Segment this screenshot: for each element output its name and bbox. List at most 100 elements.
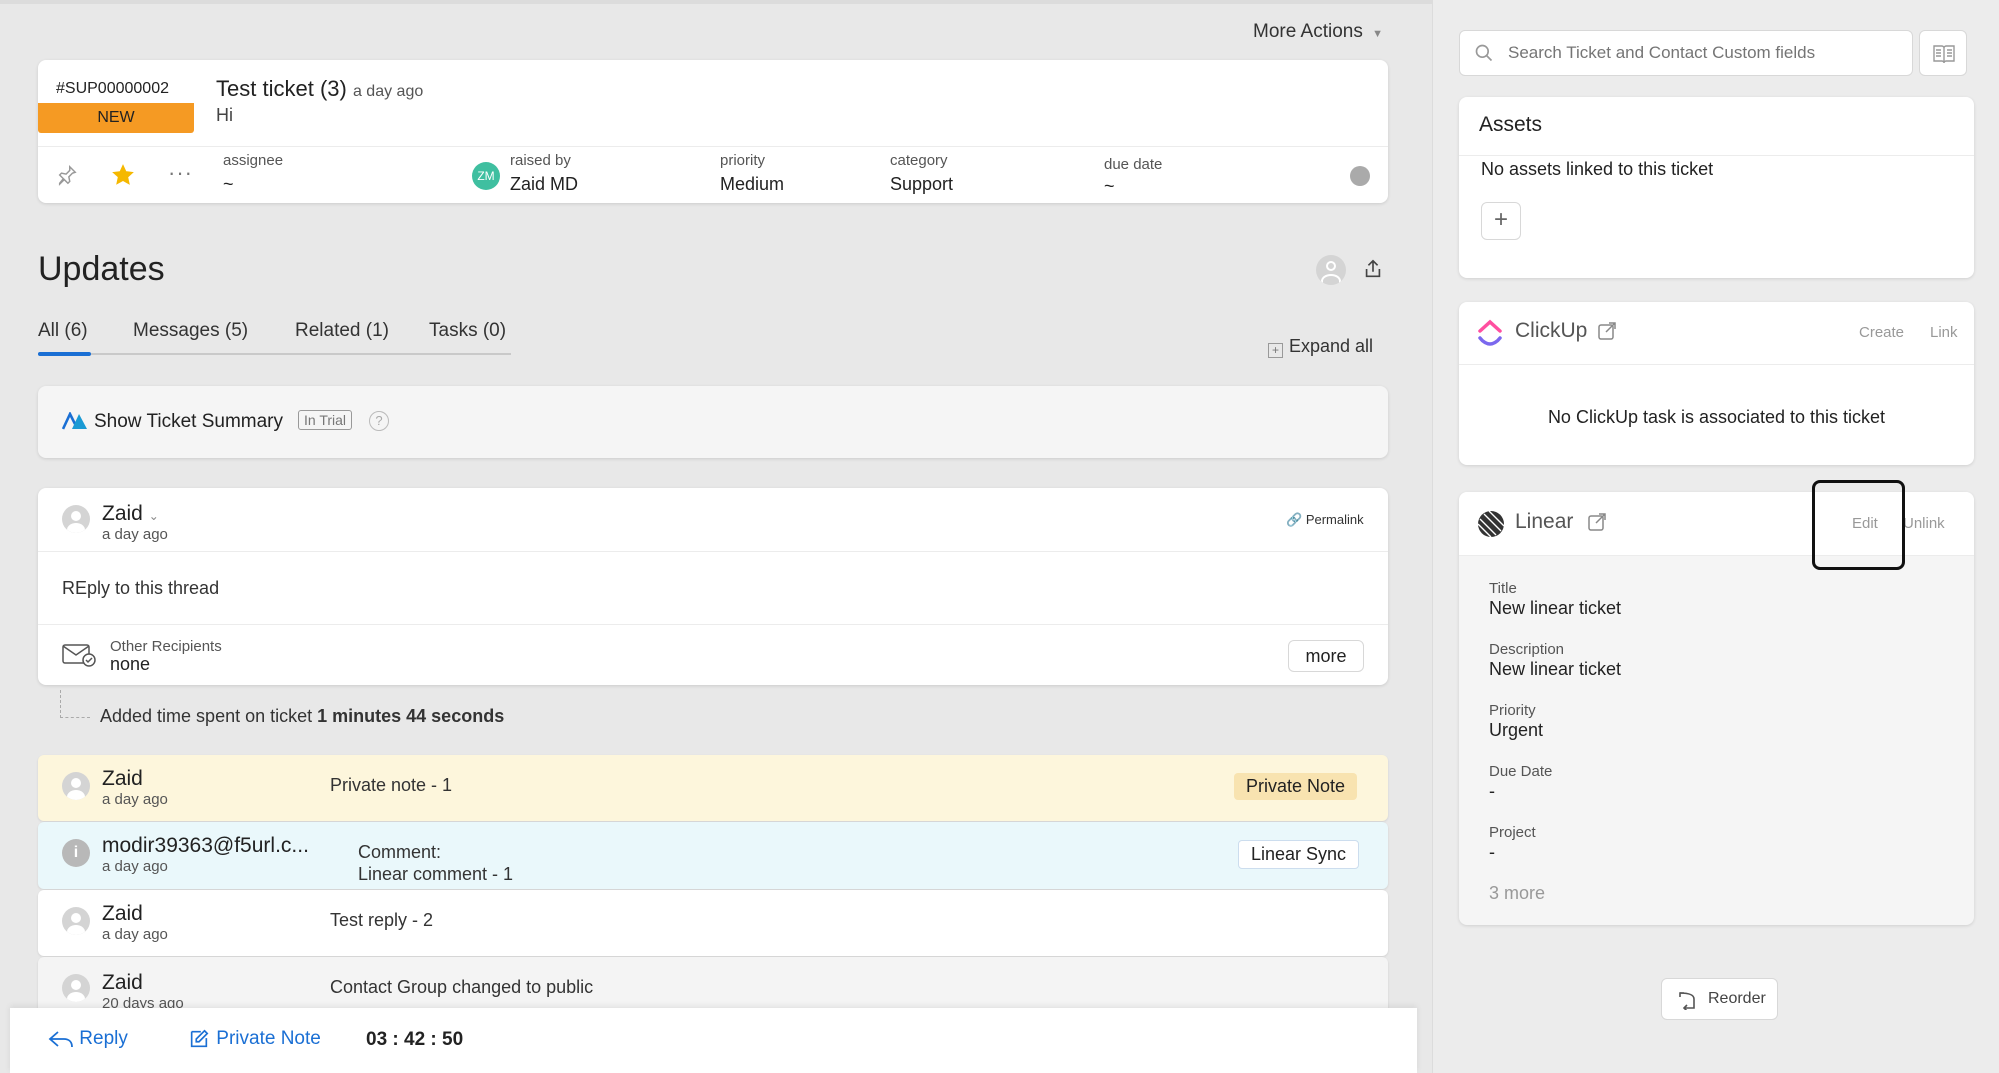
- assets-empty-text: No assets linked to this ticket: [1481, 159, 1714, 179]
- book-icon[interactable]: [1919, 30, 1967, 76]
- divider: [1459, 155, 1974, 156]
- main-panel: More Actions ▼ #SUP00000002 NEW Test tic…: [0, 0, 1432, 1073]
- linear-unlink-button[interactable]: Unlink: [1903, 515, 1945, 532]
- ticket-title-text: Test ticket: [216, 76, 314, 101]
- item-text: Test reply - 2: [330, 910, 434, 930]
- list-item[interactable]: Zaid a day ago Test reply - 2: [38, 890, 1388, 956]
- recipients-value: none: [110, 654, 151, 674]
- clickup-create-link[interactable]: Create: [1859, 324, 1904, 341]
- permalink-label: Permalink: [1305, 512, 1364, 527]
- item-time: a day ago: [102, 791, 168, 808]
- caret-down-icon: ▼: [1372, 28, 1383, 40]
- tab-all[interactable]: All (6): [38, 320, 88, 342]
- reorder-label: Reorder: [1708, 990, 1766, 1007]
- active-tab-indicator: [38, 352, 91, 356]
- info-icon: i: [62, 839, 90, 867]
- clickup-card: ClickUp Create Link No ClickUp task is a…: [1459, 302, 1974, 465]
- ticket-body: Hi: [216, 105, 233, 125]
- avatar: [62, 505, 90, 533]
- message-body: REply to this thread: [62, 578, 220, 598]
- private-note-button[interactable]: Private Note: [187, 1028, 321, 1050]
- updates-heading: Updates: [38, 250, 165, 288]
- sla-status-dot[interactable]: [1350, 166, 1370, 186]
- recipients-label: Other Recipients: [110, 638, 222, 655]
- ticket-timer[interactable]: 03 : 42 : 50: [366, 1029, 463, 1051]
- due-date-value[interactable]: ~: [1104, 176, 1115, 197]
- linear-more-fields-button[interactable]: 3 more: [1489, 883, 1545, 904]
- item-time: a day ago: [102, 858, 168, 875]
- link-icon: 🔗: [1286, 512, 1303, 527]
- item-author: Zaid: [102, 902, 143, 925]
- category-value[interactable]: Support: [890, 174, 953, 195]
- linear-field-value: New linear ticket: [1489, 659, 1622, 679]
- clickup-link-button[interactable]: Link: [1930, 324, 1958, 341]
- ticket-time: a day ago: [352, 83, 424, 100]
- clickup-empty-text: No ClickUp task is associated to this ti…: [1547, 407, 1886, 427]
- private-note-label: Private Note: [216, 1028, 321, 1050]
- reply-button[interactable]: Reply: [48, 1028, 128, 1050]
- share-icon[interactable]: [1362, 258, 1384, 285]
- reorder-button[interactable]: Reorder: [1661, 978, 1778, 1020]
- timeline-connector: [60, 717, 90, 718]
- permalink-button[interactable]: 🔗 Permalink: [1286, 512, 1364, 528]
- tab-messages[interactable]: Messages (5): [133, 320, 248, 342]
- show-summary-button[interactable]: Show Ticket Summary: [94, 411, 283, 433]
- item-text: Private note - 1: [330, 775, 453, 795]
- more-recipients-button[interactable]: more: [1288, 640, 1364, 672]
- external-link-icon[interactable]: [1597, 321, 1617, 346]
- tabs-underline: [38, 353, 511, 355]
- more-actions-button[interactable]: More Actions ▼: [1253, 21, 1383, 43]
- linear-field-label: Project: [1489, 824, 1536, 841]
- chevron-down-icon: ⌄: [148, 509, 159, 523]
- item-text: Comment:: [358, 842, 442, 862]
- due-date-label: due date: [1104, 156, 1163, 173]
- envelope-check-icon: [62, 643, 96, 672]
- help-icon[interactable]: ?: [369, 411, 389, 431]
- list-item[interactable]: Zaid a day ago Private note - 1 Private …: [38, 755, 1388, 821]
- ticket-header-card: #SUP00000002 NEW Test ticket (3) a day a…: [38, 60, 1388, 203]
- tab-tasks[interactable]: Tasks (0): [429, 320, 506, 342]
- private-note-badge: Private Note: [1234, 773, 1358, 800]
- ticket-count: (3): [319, 76, 347, 101]
- category-label: category: [890, 152, 948, 169]
- watcher-icon[interactable]: [1316, 255, 1346, 285]
- item-time: a day ago: [102, 926, 168, 943]
- avatar: [62, 974, 90, 1002]
- time-spent-text: Added time spent on ticket: [100, 706, 318, 726]
- message-author-name: Zaid: [102, 502, 143, 525]
- linear-field-value: -: [1489, 781, 1495, 801]
- priority-value[interactable]: Medium: [720, 174, 784, 195]
- timeline-connector: [60, 690, 61, 718]
- message-author[interactable]: Zaid ⌄: [102, 502, 159, 526]
- list-item[interactable]: i modir39363@f5url.c... a day ago Commen…: [38, 822, 1388, 889]
- item-author: modir39363@f5url.c...: [102, 834, 309, 857]
- ticket-id: #SUP00000002: [56, 80, 169, 97]
- star-icon[interactable]: [110, 162, 136, 193]
- add-asset-button[interactable]: +: [1481, 202, 1521, 240]
- priority-label: priority: [720, 152, 766, 169]
- tab-related[interactable]: Related (1): [295, 320, 389, 342]
- time-spent-entry: Added time spent on ticket 1 minutes 44 …: [100, 706, 504, 727]
- status-badge[interactable]: NEW: [38, 103, 194, 133]
- linear-field-value: New linear ticket: [1489, 598, 1622, 618]
- linear-sync-badge: Linear Sync: [1238, 840, 1360, 869]
- item-text: Linear comment - 1: [358, 864, 514, 884]
- more-options-icon[interactable]: ···: [168, 160, 193, 186]
- reply-label: Reply: [79, 1028, 128, 1049]
- divider: [1459, 364, 1974, 365]
- external-link-icon[interactable]: [1587, 512, 1607, 537]
- pin-icon[interactable]: [56, 164, 78, 191]
- custom-fields-search: [1459, 30, 1913, 76]
- edit-note-icon: [187, 1028, 216, 1049]
- search-input[interactable]: [1508, 39, 1898, 67]
- assignee-value[interactable]: ~: [223, 174, 234, 195]
- raised-by-value[interactable]: Zaid MD: [510, 174, 578, 195]
- clickup-title: ClickUp: [1515, 319, 1588, 342]
- bottom-action-bar: Reply Private Note 03 : 42 : 50: [10, 1008, 1417, 1073]
- message-time: a day ago: [102, 526, 168, 543]
- ticket-title: Test ticket (3) a day ago: [216, 76, 423, 102]
- linear-field-label: Description: [1489, 641, 1565, 658]
- divider: [38, 624, 1388, 625]
- expand-all-button[interactable]: + Expand all: [1268, 336, 1373, 358]
- divider: [38, 551, 1388, 552]
